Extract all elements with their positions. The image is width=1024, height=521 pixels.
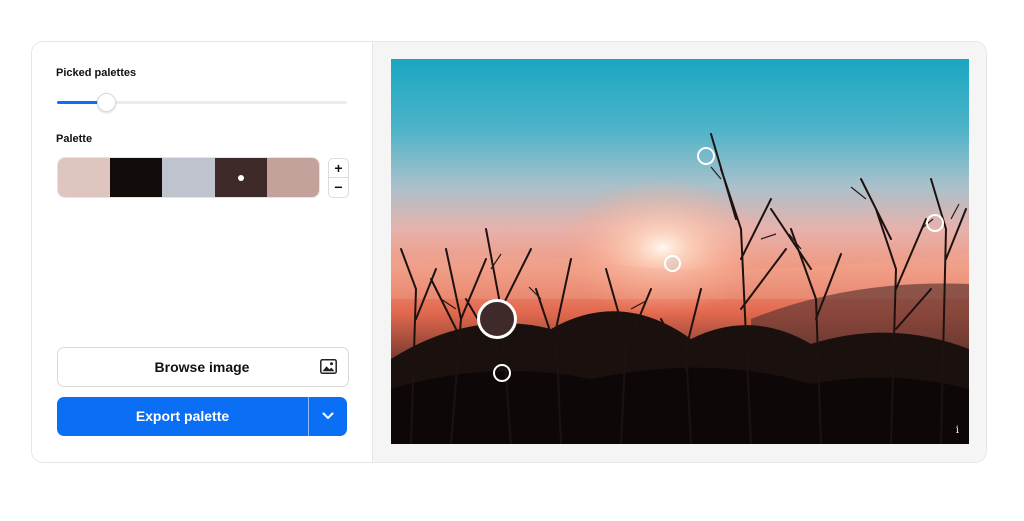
- palette-swatch[interactable]: [58, 158, 111, 197]
- image-icon: [320, 359, 337, 374]
- color-picker-marker[interactable]: [664, 255, 681, 272]
- selected-color-marker[interactable]: [477, 299, 517, 339]
- selected-swatch-indicator: [237, 174, 244, 181]
- chevron-down-icon: [322, 412, 334, 419]
- sunset-plants-image: [391, 59, 969, 444]
- color-picker-marker[interactable]: [926, 214, 944, 232]
- slider-thumb[interactable]: [97, 93, 117, 112]
- add-color-button[interactable]: +: [329, 159, 348, 177]
- palette-generator-card: Picked palettes Palette + − Browse image…: [31, 41, 987, 463]
- export-options-button[interactable]: [309, 397, 347, 436]
- source-photo[interactable]: i: [391, 59, 969, 444]
- export-palette-button[interactable]: Export palette: [57, 397, 308, 436]
- image-panel: i: [372, 42, 986, 462]
- palette-label: Palette: [56, 133, 93, 145]
- palette-strip: [57, 157, 320, 198]
- color-picker-marker[interactable]: [697, 147, 715, 165]
- palette-swatch[interactable]: [162, 158, 215, 197]
- palette-swatch[interactable]: [266, 158, 319, 197]
- info-icon[interactable]: i: [956, 425, 959, 436]
- color-picker-marker[interactable]: [493, 364, 511, 382]
- palette-size-stepper: + −: [328, 158, 349, 198]
- export-control: Export palette: [57, 397, 347, 436]
- picked-palettes-slider[interactable]: [57, 93, 347, 112]
- browse-image-button[interactable]: Browse image: [57, 347, 349, 387]
- picked-palettes-label: Picked palettes: [56, 67, 137, 79]
- palette-swatch[interactable]: [214, 158, 267, 197]
- controls-panel: Picked palettes Palette + − Browse image…: [32, 42, 372, 462]
- remove-color-button[interactable]: −: [329, 177, 348, 196]
- palette-swatch[interactable]: [110, 158, 163, 197]
- browse-image-label: Browse image: [154, 359, 250, 375]
